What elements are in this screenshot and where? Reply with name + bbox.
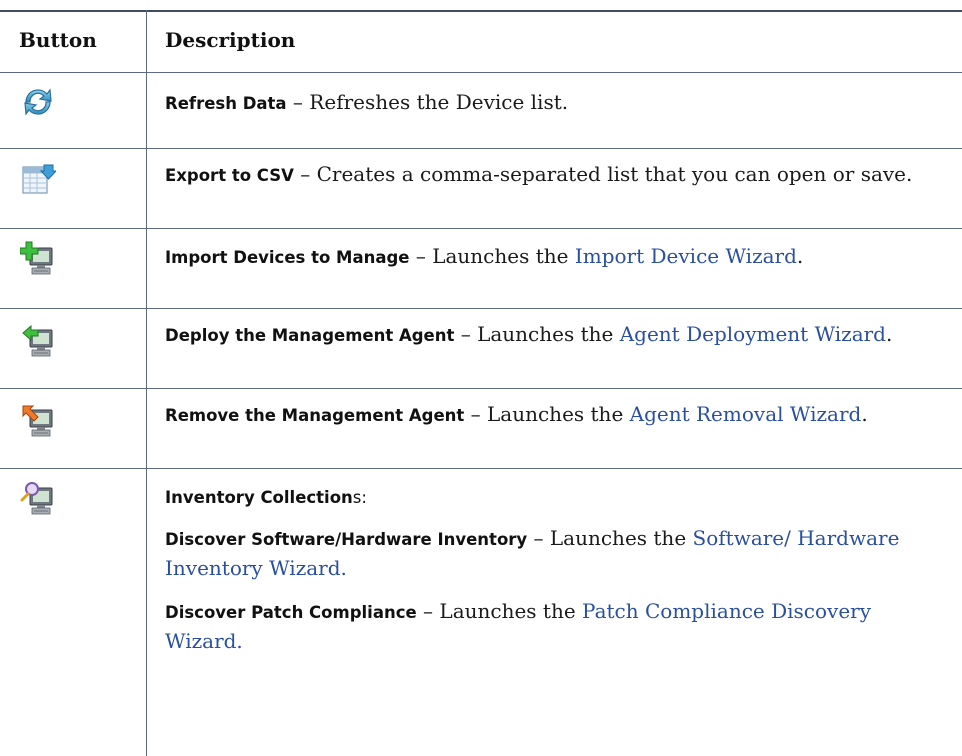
discover-patch-item: Discover Patch Compliance – Launches the… [165, 597, 950, 656]
deploy-agent-label: Deploy the Management Agent [165, 326, 455, 345]
dash: – [286, 90, 310, 114]
agent-removal-wizard-link[interactable]: Agent Removal Wizard [630, 402, 862, 426]
remove-agent-label: Remove the Management Agent [165, 406, 465, 425]
period: . [796, 244, 804, 268]
column-divider [146, 10, 147, 756]
dash: – [409, 244, 433, 268]
row-rule [0, 388, 962, 389]
row-rule [0, 468, 962, 469]
remove-agent-icon[interactable] [20, 404, 70, 448]
row-rule [0, 148, 962, 149]
discover-sw-hw-label: Discover Software/Hardware Inventory [165, 530, 528, 549]
period: . [886, 322, 893, 346]
import-device-wizard-link[interactable]: Import Device Wizard [575, 244, 797, 268]
inventory-collections-heading: Inventory Collections: [165, 482, 950, 512]
table-top-rule [0, 10, 962, 12]
refresh-data-label: Refresh Data [165, 94, 287, 113]
row-rule [0, 308, 962, 309]
row-description: Export to CSV – Creates a comma-separate… [165, 160, 950, 190]
discover-patch-text: Launches the [439, 599, 583, 623]
dash: – [454, 322, 478, 346]
header-description: Description [165, 28, 296, 52]
row-description: Import Devices to Manage – Launches the … [165, 242, 950, 272]
import-devices-icon[interactable] [20, 240, 70, 284]
dash: – [416, 599, 440, 623]
export-csv-icon[interactable] [20, 162, 70, 206]
discover-sw-hw-item: Discover Software/Hardware Inventory – L… [165, 524, 950, 583]
row-description: Remove the Management Agent – Launches t… [165, 400, 950, 430]
inventory-collection-label: Inventory Collection [165, 488, 353, 507]
header-rule [0, 72, 962, 73]
dash: – [527, 526, 550, 550]
row-description: Inventory Collections: Discover Software… [165, 482, 950, 668]
inventory-collection-icon[interactable] [20, 480, 70, 524]
export-csv-label: Export to CSV [165, 166, 294, 185]
dash: – [293, 162, 317, 186]
discover-sw-hw-text: Launches the [549, 526, 693, 550]
header-button: Button [19, 28, 97, 52]
discover-patch-label: Discover Patch Compliance [165, 603, 417, 622]
row-rule [0, 228, 962, 229]
deploy-agent-text: Launches the [477, 322, 620, 346]
refresh-icon[interactable] [20, 84, 70, 128]
import-devices-text: Launches the [432, 244, 575, 268]
export-csv-text: Creates a comma-separated list that you … [316, 162, 913, 186]
row-description: Refresh Data – Refreshes the Device list… [165, 88, 950, 118]
import-devices-label: Import Devices to Manage [165, 248, 410, 267]
agent-deployment-wizard-link[interactable]: Agent Deployment Wizard [620, 322, 886, 346]
refresh-data-text: Refreshes the Device list. [309, 90, 569, 114]
remove-agent-text: Launches the [487, 402, 630, 426]
period: . [861, 402, 868, 426]
deploy-agent-icon[interactable] [20, 324, 70, 368]
dash: – [464, 402, 488, 426]
inventory-collection-suffix: s: [352, 488, 367, 507]
row-description: Deploy the Management Agent – Launches t… [165, 320, 950, 350]
